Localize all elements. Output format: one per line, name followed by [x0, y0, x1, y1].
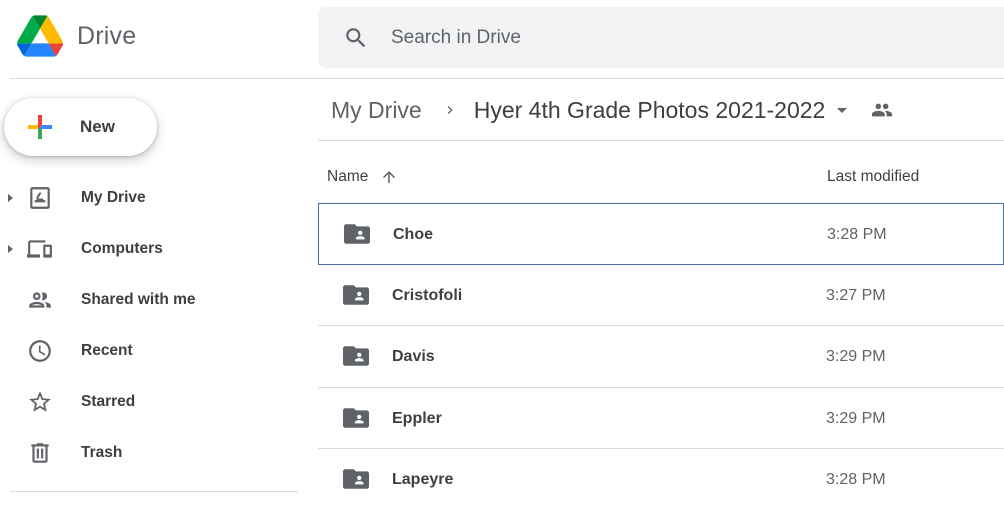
- file-modified: 3:29 PM: [826, 348, 886, 365]
- file-modified: 3:27 PM: [826, 286, 886, 304]
- main-divider: [318, 140, 1004, 141]
- clock-icon: [26, 337, 54, 365]
- star-icon: [26, 388, 54, 416]
- new-button[interactable]: New: [4, 98, 157, 156]
- search-icon[interactable]: [343, 25, 369, 51]
- shared-folder-icon: [343, 407, 369, 428]
- trash-icon: [26, 439, 54, 467]
- app-title: Drive: [77, 21, 137, 50]
- file-name: Choe: [393, 226, 433, 243]
- sidebar-divider: [10, 491, 298, 492]
- search-input[interactable]: [391, 26, 891, 49]
- sidebar-item-starred[interactable]: Starred: [0, 376, 300, 427]
- column-last-modified-header[interactable]: Last modified: [827, 168, 919, 186]
- computers-icon: [26, 235, 54, 263]
- search-bar[interactable]: [318, 7, 1004, 68]
- my-drive-icon: [26, 184, 54, 212]
- expand-caret-icon[interactable]: [8, 244, 13, 253]
- sidebar-nav: My Drive Computers Shared with me Recent…: [0, 172, 300, 478]
- chevron-right-icon: [442, 102, 458, 118]
- sidebar-item-trash[interactable]: Trash: [0, 427, 300, 478]
- header-divider: [10, 78, 1004, 79]
- column-name-header[interactable]: Name: [327, 168, 398, 186]
- sidebar-item-label: My Drive: [81, 188, 146, 206]
- table-row[interactable]: Cristofoli 3:27 PM: [318, 265, 1004, 326]
- arrow-up-icon[interactable]: [380, 168, 398, 186]
- file-list-header: Name Last modified: [318, 160, 1004, 196]
- table-row[interactable]: Eppler 3:29 PM: [318, 388, 1004, 449]
- file-modified: 3:28 PM: [827, 226, 887, 243]
- sidebar-item-label: Starred: [81, 392, 136, 410]
- drive-logo[interactable]: Drive: [17, 15, 136, 57]
- file-modified: 3:28 PM: [826, 471, 886, 488]
- shared-folder-icon: [343, 346, 369, 366]
- sidebar-item-label: Shared with me: [81, 290, 196, 308]
- new-button-label: New: [80, 117, 115, 136]
- shared-folder-icon: [343, 469, 369, 489]
- file-name: Cristofoli: [392, 286, 463, 304]
- file-name: Lapeyre: [392, 471, 454, 488]
- breadcrumb-my-drive[interactable]: My Drive: [331, 97, 422, 124]
- breadcrumb-current-folder[interactable]: Hyer 4th Grade Photos 2021-2022: [474, 97, 826, 124]
- shared-folder-icon: [344, 224, 370, 244]
- table-row[interactable]: Davis 3:29 PM: [318, 326, 1004, 388]
- chevron-down-icon[interactable]: [837, 107, 848, 113]
- sidebar-item-label: Computers: [81, 239, 163, 257]
- sidebar-item-computers[interactable]: Computers: [0, 223, 300, 274]
- file-modified: 3:29 PM: [826, 409, 886, 427]
- sidebar-item-label: Recent: [81, 341, 133, 359]
- shared-folder-icon: [343, 284, 369, 305]
- google-drive-logo-icon: [17, 15, 63, 57]
- table-row[interactable]: Choe 3:28 PM: [318, 203, 1004, 265]
- sidebar-item-shared-with-me[interactable]: Shared with me: [0, 274, 300, 325]
- sidebar-item-label: Trash: [81, 443, 123, 461]
- people-icon[interactable]: [871, 99, 893, 121]
- plus-multicolor-icon: [28, 115, 52, 139]
- file-name: Eppler: [392, 409, 442, 427]
- breadcrumb: My Drive Hyer 4th Grade Photos 2021-2022: [331, 92, 893, 128]
- file-list: Choe 3:28 PM Cristofoli 3:27 PM Davis 3:…: [318, 203, 1004, 508]
- column-name-label: Name: [327, 168, 369, 185]
- sidebar-item-my-drive[interactable]: My Drive: [0, 172, 300, 223]
- file-name: Davis: [392, 348, 435, 365]
- sidebar-item-recent[interactable]: Recent: [0, 325, 300, 376]
- expand-caret-icon[interactable]: [8, 193, 13, 202]
- shared-people-icon: [26, 286, 54, 314]
- table-row[interactable]: Lapeyre 3:28 PM: [318, 449, 1004, 508]
